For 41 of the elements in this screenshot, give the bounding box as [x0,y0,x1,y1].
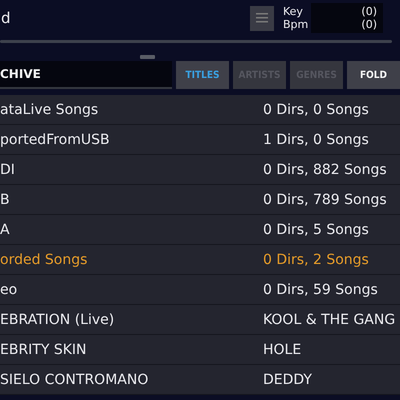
list-row[interactable]: portedFromUSB 1 Dirs, 0 Songs [0,125,400,155]
item-name: DI [0,162,16,178]
item-name: SIELO CONTROMANO [0,372,150,388]
menu-button[interactable] [250,6,274,30]
item-name: eo [0,282,18,298]
menu-icon [256,13,268,23]
key-value: (0) [361,5,377,18]
filter-tab[interactable]: FOLD [347,61,400,89]
list-row[interactable]: EBRITY SKIN HOLE [0,335,400,365]
list-row[interactable]: eo 0 Dirs, 59 Songs [0,275,400,305]
item-info: 0 Dirs, 2 Songs [263,252,369,268]
list-row[interactable]: B 0 Dirs, 789 Songs [0,185,400,215]
item-name: orded Songs [0,252,88,268]
key-label: Key [283,5,304,18]
item-info: HOLE [263,342,302,358]
item-name: B [0,192,11,208]
item-info: 0 Dirs, 0 Songs [263,102,369,118]
item-info: 0 Dirs, 59 Songs [263,282,378,298]
item-name: ataLive Songs [0,102,100,118]
search-field[interactable]: CHIVE [0,61,172,89]
bpm-value: (0) [361,18,377,31]
item-name: portedFromUSB [0,132,111,148]
list-row[interactable]: EBRATION (Live) KOOL & THE GANG [0,305,400,335]
item-info: 0 Dirs, 882 Songs [263,162,387,178]
item-info: KOOL & THE GANG [263,312,396,328]
item-name: A [0,222,11,238]
title: d [1,9,12,27]
list-row[interactable]: DI 0 Dirs, 882 Songs [0,155,400,185]
drag-handle[interactable] [140,55,155,59]
item-info: 0 Dirs, 5 Songs [263,222,369,238]
filter-tab[interactable]: TITLES [176,61,229,89]
item-info: DEDDY [263,372,312,388]
item-name: EBRATION (Live) [0,312,116,328]
item-info: 1 Dirs, 0 Songs [263,132,369,148]
list-row[interactable]: ataLive Songs 0 Dirs, 0 Songs [0,95,400,125]
item-info: 0 Dirs, 789 Songs [263,192,387,208]
list-row[interactable]: A 0 Dirs, 5 Songs [0,215,400,245]
bpm-label: Bpm [283,18,310,31]
list-row[interactable]: SIELO CONTROMANO DEDDY [0,365,400,395]
list-row[interactable]: orded Songs 0 Dirs, 2 Songs [0,245,400,275]
item-name: EBRITY SKIN [0,342,88,358]
